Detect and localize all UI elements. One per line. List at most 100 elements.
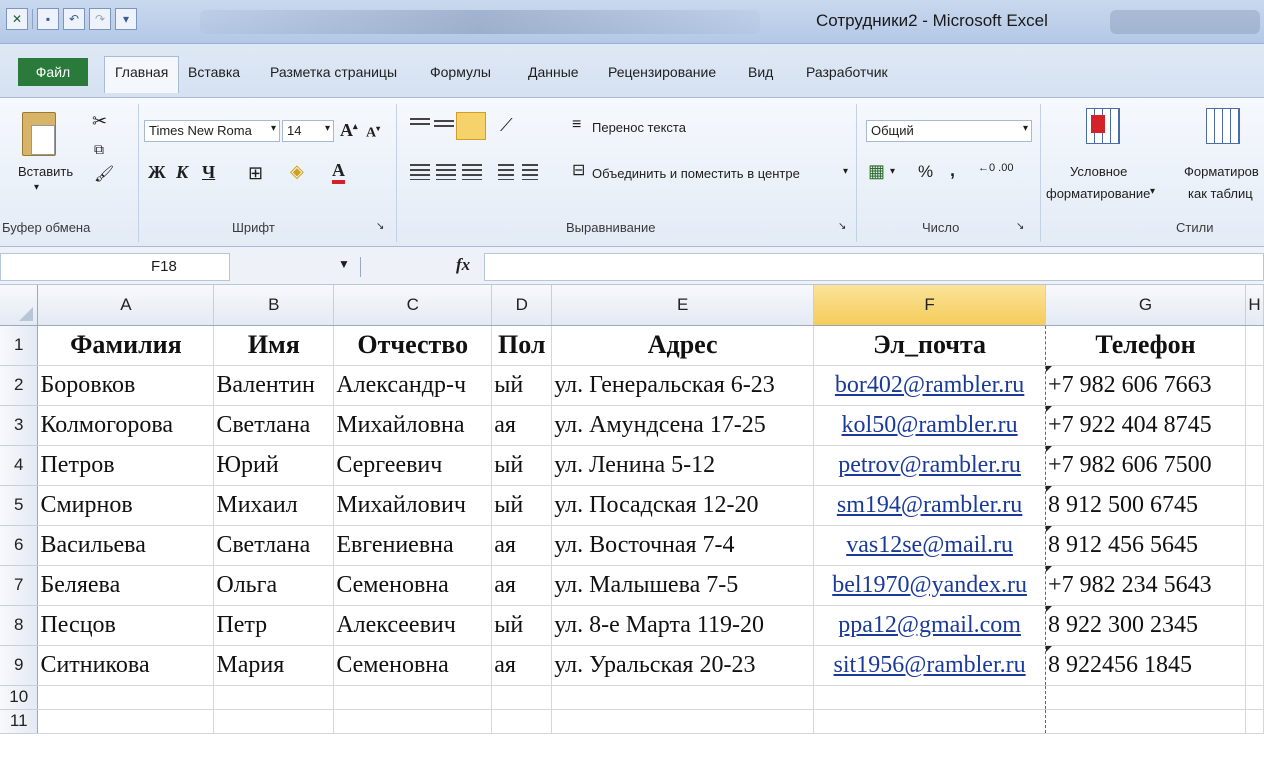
cell-a4[interactable]: Петров <box>37 445 215 486</box>
column-header-a[interactable]: A <box>37 285 215 326</box>
cell-e3[interactable]: ул. Амундсена 17-25 <box>551 405 815 446</box>
cell-c1[interactable]: Отчество <box>333 325 493 366</box>
currency-dropdown-icon[interactable]: ▾ <box>890 166 895 177</box>
row-header[interactable]: 5 <box>0 485 39 526</box>
cell-g3[interactable]: +7 922 404 8745 <box>1045 405 1246 446</box>
tab-data[interactable]: Данные <box>528 64 579 80</box>
cell-d2[interactable]: ый <box>491 365 553 406</box>
column-header-h[interactable]: H <box>1245 285 1264 326</box>
column-header-g[interactable]: G <box>1045 285 1246 326</box>
cell-b1[interactable]: Имя <box>213 325 335 366</box>
number-format-combo[interactable]: Общий ▾ <box>866 120 1032 142</box>
percent-button[interactable]: % <box>918 162 933 182</box>
cell-g1[interactable]: Телефон <box>1045 325 1246 366</box>
customize-qat-icon[interactable]: ▾ <box>115 8 137 30</box>
conditional-formatting-label-1[interactable]: Условное <box>1070 164 1127 179</box>
cell-a8[interactable]: Песцов <box>37 605 215 646</box>
redo-icon[interactable]: ↷ <box>89 8 111 30</box>
conditional-formatting-label-2[interactable]: форматирование <box>1046 186 1150 201</box>
tab-review[interactable]: Рецензирование <box>608 64 716 80</box>
cell-f11[interactable] <box>813 709 1047 734</box>
font-size-combo[interactable]: 14 ▾ <box>282 120 334 142</box>
decrease-indent-icon[interactable] <box>498 164 514 180</box>
row-header[interactable]: 7 <box>0 565 39 606</box>
fill-color-icon[interactable]: ◈ <box>290 162 304 180</box>
cell-f10[interactable] <box>813 685 1047 710</box>
align-right-icon[interactable] <box>462 164 482 180</box>
bold-button[interactable]: Ж <box>148 162 166 183</box>
cell-g5[interactable]: 8 912 500 6745 <box>1045 485 1246 526</box>
cell-g2[interactable]: +7 982 606 7663 <box>1045 365 1246 406</box>
cell-a7[interactable]: Беляева <box>37 565 215 606</box>
grow-font-icon[interactable]: A▴ <box>340 120 358 141</box>
cell-h2[interactable] <box>1245 365 1264 406</box>
cell-c11[interactable] <box>333 709 493 734</box>
cell-e8[interactable]: ул. 8-е Марта 119-20 <box>551 605 815 646</box>
cell-c9[interactable]: Семеновна <box>333 645 493 686</box>
cell-f7[interactable]: bel1970@yandex.ru <box>813 565 1047 606</box>
cell-a11[interactable] <box>37 709 215 734</box>
cell-g4[interactable]: +7 982 606 7500 <box>1045 445 1246 486</box>
cell-f8[interactable]: ppa12@gmail.com <box>813 605 1047 646</box>
cell-a10[interactable] <box>37 685 215 710</box>
align-left-icon[interactable] <box>410 164 430 180</box>
cell-f1[interactable]: Эл_почта <box>813 325 1047 366</box>
cell-h8[interactable] <box>1245 605 1264 646</box>
cell-c8[interactable]: Алексеевич <box>333 605 493 646</box>
wrap-text-icon[interactable]: ≡ <box>572 116 581 134</box>
cell-e6[interactable]: ул. Восточная 7-4 <box>551 525 815 566</box>
cell-f3[interactable]: kol50@rambler.ru <box>813 405 1047 446</box>
cell-d8[interactable]: ый <box>491 605 553 646</box>
cell-d7[interactable]: ая <box>491 565 553 606</box>
underline-button[interactable]: Ч <box>202 162 215 183</box>
cell-b5[interactable]: Михаил <box>213 485 335 526</box>
cell-d1[interactable]: Пол <box>491 325 553 366</box>
merge-center-icon[interactable]: ⊟ <box>572 162 585 180</box>
increase-decimal-icon[interactable]: ←0 .00 <box>978 162 1013 174</box>
format-as-table-icon[interactable] <box>1206 108 1240 144</box>
orientation-icon[interactable]: ⟋ <box>500 116 513 134</box>
cell-h3[interactable] <box>1245 405 1264 446</box>
cell-h1[interactable] <box>1245 325 1264 366</box>
column-header-d[interactable]: D <box>491 285 553 326</box>
align-middle-icon[interactable] <box>434 120 454 130</box>
cell-b3[interactable]: Светлана <box>213 405 335 446</box>
cell-g8[interactable]: 8 922 300 2345 <box>1045 605 1246 646</box>
tab-page-layout[interactable]: Разметка страницы <box>270 64 397 80</box>
format-painter-icon[interactable]: 🖌 <box>94 166 114 184</box>
paste-dropdown-icon[interactable]: ▾ <box>34 182 39 193</box>
cell-a9[interactable]: Ситникова <box>37 645 215 686</box>
cell-e10[interactable] <box>551 685 815 710</box>
paste-icon[interactable] <box>22 112 56 156</box>
row-header[interactable]: 1 <box>0 325 39 366</box>
column-header-f[interactable]: F <box>813 285 1047 326</box>
cell-d3[interactable]: ая <box>491 405 553 446</box>
row-header[interactable]: 2 <box>0 365 39 406</box>
cell-f9[interactable]: sit1956@rambler.ru <box>813 645 1047 686</box>
cell-f5[interactable]: sm194@rambler.ru <box>813 485 1047 526</box>
cell-a2[interactable]: Боровков <box>37 365 215 406</box>
tab-insert[interactable]: Вставка <box>188 64 240 80</box>
cell-f4[interactable]: petrov@rambler.ru <box>813 445 1047 486</box>
cell-b8[interactable]: Петр <box>213 605 335 646</box>
cell-g11[interactable] <box>1045 709 1246 734</box>
currency-format-icon[interactable]: ▦ <box>868 162 885 180</box>
font-dialog-launcher-icon[interactable]: ↘ <box>376 218 384 236</box>
column-header-e[interactable]: E <box>551 285 815 326</box>
cell-e1[interactable]: Адрес <box>551 325 815 366</box>
format-as-table-label-1[interactable]: Форматиров <box>1184 164 1259 179</box>
undo-icon[interactable]: ↶ <box>63 8 85 30</box>
column-header-b[interactable]: B <box>213 285 335 326</box>
shrink-font-icon[interactable]: A▾ <box>366 124 380 142</box>
row-header[interactable]: 6 <box>0 525 39 566</box>
wrap-text-button[interactable]: Перенос текста <box>592 120 686 135</box>
tab-view[interactable]: Вид <box>748 64 773 80</box>
cell-a1[interactable]: Фамилия <box>37 325 215 366</box>
cell-a5[interactable]: Смирнов <box>37 485 215 526</box>
row-header[interactable]: 10 <box>0 685 39 710</box>
row-header[interactable]: 3 <box>0 405 39 446</box>
cell-a6[interactable]: Васильева <box>37 525 215 566</box>
excel-app-icon[interactable]: ✕ <box>6 8 28 30</box>
copy-icon[interactable]: ⧉ <box>94 140 104 158</box>
cell-h6[interactable] <box>1245 525 1264 566</box>
